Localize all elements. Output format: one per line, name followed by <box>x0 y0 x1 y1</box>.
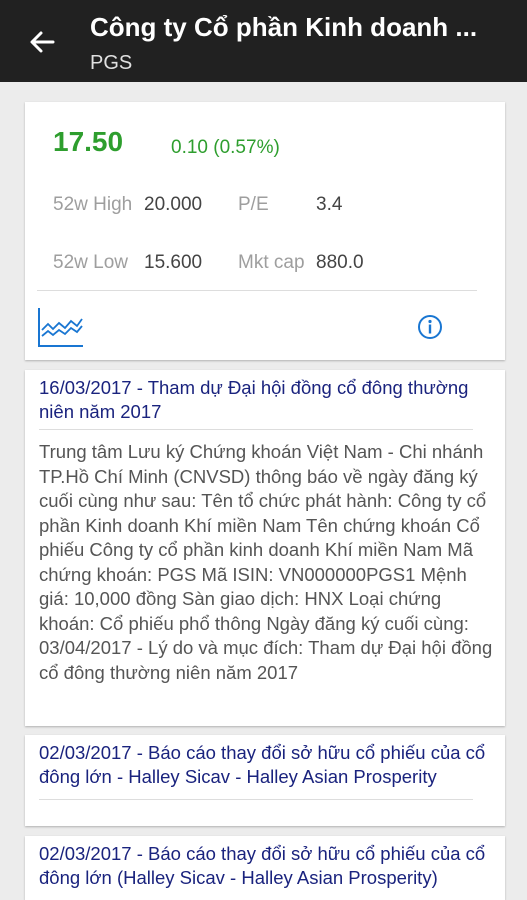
news-title[interactable]: 16/03/2017 - Tham dự Đại hội đồng cổ đôn… <box>39 376 495 424</box>
news-body: Trung tâm Lưu ký Chứng khoán Việt Nam - … <box>39 441 493 683</box>
news-title[interactable]: 02/03/2017 - Báo cáo thay đổi sở hữu cổ … <box>39 741 495 789</box>
back-arrow-icon[interactable] <box>22 22 62 62</box>
quote-card: 17.50 0.10 (0.57%) 52w High 20.000 P/E 3… <box>25 102 505 360</box>
stock-price: 17.50 <box>53 126 124 157</box>
news-title[interactable]: 02/03/2017 - Báo cáo thay đổi sở hữu cổ … <box>39 842 495 890</box>
divider <box>39 799 473 800</box>
pe-value: 3.4 <box>316 194 343 215</box>
news-item[interactable]: 16/03/2017 - Tham dự Đại hội đồng cổ đôn… <box>25 370 505 726</box>
page-title: Công ty Cổ phần Kinh doanh ... <box>90 12 478 42</box>
52w-low-label: 52w Low <box>53 252 128 273</box>
52w-low-value: 15.600 <box>144 252 203 273</box>
price-change: 0.10 (0.57%) <box>171 137 280 158</box>
news-item[interactable]: 02/03/2017 - Báo cáo thay đổi sở hữu cổ … <box>25 735 505 826</box>
mkt-cap-label: Mkt cap <box>238 252 305 273</box>
52w-high-label: 52w High <box>53 194 133 215</box>
info-icon[interactable] <box>417 314 443 340</box>
chart-icon[interactable] <box>37 304 85 350</box>
news-item[interactable]: 02/03/2017 - Báo cáo thay đổi sở hữu cổ … <box>25 836 505 900</box>
mkt-cap-value: 880.0 <box>316 252 364 273</box>
pe-label: P/E <box>238 194 269 215</box>
app-bar: Công ty Cổ phần Kinh doanh ... PGS <box>0 0 527 82</box>
divider <box>39 429 473 430</box>
divider <box>37 290 477 291</box>
52w-high-value: 20.000 <box>144 194 203 215</box>
stock-symbol: PGS <box>90 52 133 74</box>
